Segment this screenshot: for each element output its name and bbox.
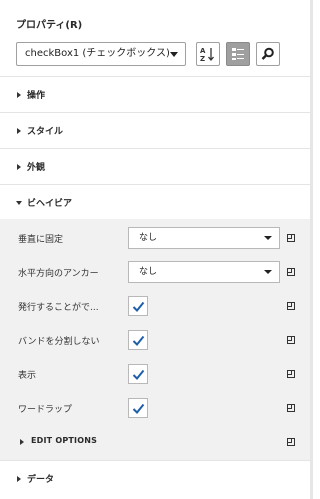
categorized-view-button[interactable] bbox=[226, 42, 250, 66]
property-label: バンドを分割しない bbox=[18, 337, 100, 347]
chevron-down-icon bbox=[170, 52, 178, 57]
categorized-view-icon bbox=[232, 48, 244, 60]
section-label: データ bbox=[27, 475, 55, 485]
object-selector[interactable]: checkBox1 (チェックボックス) bbox=[16, 42, 186, 66]
section-label: ビヘイビア bbox=[27, 199, 73, 209]
edit-options-label: EDIT OPTIONS bbox=[31, 436, 98, 445]
sort-az-icon: A Z bbox=[200, 47, 214, 62]
object-selector-value: checkBox1 (チェックボックス) bbox=[25, 48, 170, 59]
section-data[interactable]: データ bbox=[0, 460, 310, 496]
section-appearance[interactable]: 外観 bbox=[0, 148, 310, 184]
visible-checkbox[interactable] bbox=[128, 364, 148, 384]
property-row-can-grow: 発行することがで... bbox=[0, 289, 310, 323]
property-binding-icon[interactable] bbox=[287, 302, 295, 310]
property-binding-icon[interactable] bbox=[287, 268, 295, 276]
property-binding-icon[interactable] bbox=[287, 404, 295, 412]
can-grow-checkbox[interactable] bbox=[128, 296, 148, 316]
word-wrap-checkbox[interactable] bbox=[128, 398, 148, 418]
chevron-down-icon bbox=[16, 201, 22, 205]
section-label: 操作 bbox=[27, 91, 46, 101]
select-value: なし bbox=[139, 267, 158, 277]
property-binding-icon[interactable] bbox=[287, 336, 295, 344]
property-binding-icon[interactable] bbox=[287, 438, 295, 446]
property-binding-icon[interactable] bbox=[287, 370, 295, 378]
checkmark-icon bbox=[132, 301, 145, 312]
chevron-right-icon bbox=[17, 164, 21, 170]
checkmark-icon bbox=[132, 369, 145, 380]
search-button[interactable] bbox=[256, 42, 280, 66]
section-style[interactable]: スタイル bbox=[0, 112, 310, 148]
behavior-properties: 垂直に固定 なし 水平方向のアンカー なし 発行することがで... バンドを分割… bbox=[0, 219, 310, 460]
property-row-horizontal-anchor: 水平方向のアンカー なし bbox=[0, 255, 310, 289]
properties-toolbar: checkBox1 (チェックボックス) A Z bbox=[16, 42, 306, 66]
chevron-right-icon bbox=[17, 92, 21, 98]
properties-panel: プロパティ(R) checkBox1 (チェックボックス) A Z 操作 スタイ… bbox=[0, 0, 313, 499]
section-label: 外観 bbox=[27, 163, 46, 173]
checkmark-icon bbox=[132, 335, 145, 346]
property-row-keep-together: バンドを分割しない bbox=[0, 323, 310, 357]
property-label: ワードラップ bbox=[18, 405, 73, 415]
property-row-visible: 表示 bbox=[0, 357, 310, 391]
panel-title: プロパティ(R) bbox=[16, 20, 83, 31]
property-label: 発行することがで... bbox=[18, 303, 99, 313]
keep-together-checkbox[interactable] bbox=[128, 330, 148, 350]
svg-text:A: A bbox=[200, 47, 206, 55]
checkmark-icon bbox=[132, 403, 145, 414]
property-label: 垂直に固定 bbox=[18, 235, 64, 245]
vertical-anchor-select[interactable]: なし bbox=[128, 227, 280, 249]
edit-options-group[interactable]: EDIT OPTIONS bbox=[0, 425, 310, 459]
section-label: スタイル bbox=[27, 127, 64, 137]
property-label: 表示 bbox=[18, 371, 37, 381]
chevron-right-icon bbox=[20, 439, 24, 445]
section-behavior[interactable]: ビヘイビア bbox=[0, 184, 310, 220]
property-row-word-wrap: ワードラップ bbox=[0, 391, 310, 425]
property-label: 水平方向のアンカー bbox=[18, 269, 99, 279]
chevron-right-icon bbox=[17, 128, 21, 134]
svg-text:Z: Z bbox=[200, 55, 205, 62]
select-value: なし bbox=[139, 233, 158, 243]
property-row-vertical-anchor: 垂直に固定 なし bbox=[0, 221, 310, 255]
chevron-down-icon bbox=[264, 270, 272, 274]
horizontal-anchor-select[interactable]: なし bbox=[128, 261, 280, 283]
search-icon bbox=[261, 47, 274, 60]
property-binding-icon[interactable] bbox=[287, 234, 295, 242]
section-operation[interactable]: 操作 bbox=[0, 76, 310, 112]
sort-alphabetical-button[interactable]: A Z bbox=[196, 42, 220, 66]
chevron-down-icon bbox=[264, 236, 272, 240]
chevron-right-icon bbox=[17, 476, 21, 482]
